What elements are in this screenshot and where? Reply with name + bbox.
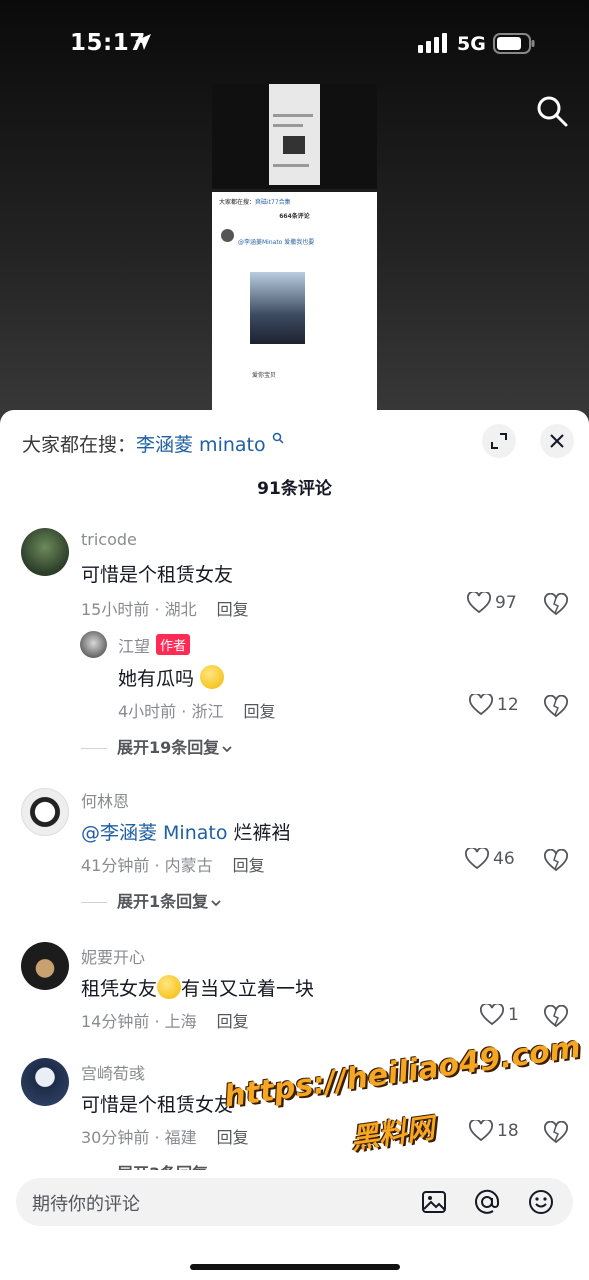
preview-card <box>269 84 320 185</box>
comment-input-bar: 期待你的评论 <box>0 1170 589 1280</box>
reply-avatar[interactable] <box>80 631 107 658</box>
search-icon[interactable] <box>535 94 569 128</box>
preview-reply-text: 爱你宝贝 <box>252 372 277 379</box>
comment-time-location: 15小时前 · 湖北 <box>81 600 197 619</box>
comment-text: @李涵菱 Minato 烂裤裆 <box>81 822 291 844</box>
comment-text: 可惜是个租赁女友 <box>81 1094 234 1116</box>
comment-sheet: 大家都在搜：李涵菱 minato 91条评论 tricode 可惜是个租赁女友 … <box>0 410 589 1280</box>
comment-username[interactable]: tricode <box>81 530 137 549</box>
reply-button[interactable]: 回复 <box>217 1012 249 1031</box>
dislike-heart-icon[interactable] <box>544 849 568 873</box>
like-count: 46 <box>493 849 515 869</box>
like-count: 97 <box>495 593 517 613</box>
dislike-heart-icon[interactable] <box>544 695 568 719</box>
chevron-down-icon <box>211 899 221 906</box>
comment-username[interactable]: 妮要开心 <box>81 944 145 968</box>
sweat-emoji-icon <box>200 665 225 689</box>
location-arrow-icon <box>135 34 151 50</box>
comment-text: 可惜是个租赁女友 <box>81 564 234 586</box>
comment-item: 何林恩 @李涵菱 Minato 烂裤裆 41分钟前 · 内蒙古 回复 46 展开1… <box>0 786 589 916</box>
preview-avatar <box>221 229 234 242</box>
reply-time-location: 4小时前 · 浙江 <box>118 702 224 721</box>
comment-time-location: 30分钟前 · 福建 <box>81 1128 197 1147</box>
hot-search-keyword: 李涵菱 minato <box>136 434 266 456</box>
author-badge: 作者 <box>156 634 191 655</box>
comment-meta: 41分钟前 · 内蒙古 回复 <box>81 852 265 876</box>
laughing-crying-emoji-icon <box>157 975 182 999</box>
heart-icon <box>469 692 493 716</box>
home-indicator[interactable] <box>190 1264 400 1270</box>
reply-button[interactable]: 回复 <box>233 856 265 875</box>
dislike-heart-icon[interactable] <box>544 1005 568 1029</box>
comment-input-placeholder: 期待你的评论 <box>32 1194 140 1215</box>
hot-search-link[interactable]: 大家都在搜：李涵菱 minato <box>22 430 284 457</box>
comment-item: 妮要开心 租凭女友 有当又立着一块 14分钟前 · 上海 回复 1 <box>0 942 589 1038</box>
reply-text: 她有瓜吗 <box>118 664 225 691</box>
like-button[interactable]: 18 <box>469 1118 519 1144</box>
dislike-heart-icon[interactable] <box>544 593 568 617</box>
comment-username[interactable]: 何林恩 <box>81 788 129 812</box>
close-icon <box>550 434 564 448</box>
preview-hot-search: 大家都在搜：爽磁it77合集 <box>219 199 291 206</box>
heart-icon <box>469 1118 493 1142</box>
like-button[interactable]: 12 <box>469 692 519 718</box>
comment-meta: 14分钟前 · 上海 回复 <box>81 1008 249 1032</box>
avatar[interactable] <box>21 788 69 836</box>
chevron-down-icon <box>222 745 232 752</box>
like-count: 1 <box>508 1005 519 1025</box>
video-preview-top <box>212 84 377 189</box>
expand-replies-button[interactable]: 展开1条回复 <box>81 888 222 912</box>
battery-icon <box>493 33 535 54</box>
sheet-header: 大家都在搜：李涵菱 minato 91条评论 <box>0 410 589 510</box>
expand-button[interactable] <box>482 424 516 458</box>
reply-button[interactable]: 回复 <box>243 702 275 721</box>
image-icon[interactable] <box>420 1188 448 1216</box>
comment-meta: 15小时前 · 湖北 回复 <box>81 596 249 620</box>
reply-username[interactable]: 江望 作者 <box>118 633 191 657</box>
comment-input[interactable]: 期待你的评论 <box>16 1178 573 1226</box>
dislike-heart-icon[interactable] <box>544 1121 568 1145</box>
comment-username[interactable]: 宫崎荀彧 <box>81 1060 145 1084</box>
preview-photo <box>250 272 305 344</box>
heart-icon <box>465 846 489 870</box>
network-type: 5G <box>457 33 486 55</box>
comment-time-location: 14分钟前 · 上海 <box>81 1012 197 1031</box>
comment-meta: 30分钟前 · 福建 回复 <box>81 1124 249 1148</box>
heart-icon <box>467 590 491 614</box>
avatar[interactable] <box>21 942 69 990</box>
preview-comment-text: @李涵菱Minato 爱撒我也要 <box>238 239 315 246</box>
comment-count: 91条评论 <box>257 479 332 499</box>
cellular-signal-icon <box>418 33 447 53</box>
avatar[interactable] <box>21 1058 69 1106</box>
status-bar: 15:17 5G <box>0 0 589 88</box>
at-mention-icon[interactable] <box>473 1188 501 1216</box>
comment-time-location: 41分钟前 · 内蒙古 <box>81 856 213 875</box>
search-icon <box>272 432 284 444</box>
comment-text: 租凭女友 有当又立着一块 <box>81 974 314 1001</box>
reply-meta: 4小时前 · 浙江 回复 <box>118 698 275 722</box>
reply-button[interactable]: 回复 <box>217 1128 249 1147</box>
reply-button[interactable]: 回复 <box>217 600 249 619</box>
heart-icon <box>480 1002 504 1026</box>
hot-search-prefix: 大家都在搜： <box>22 434 137 456</box>
like-button[interactable]: 97 <box>467 590 517 616</box>
expand-replies-button[interactable]: 展开19条回复 <box>81 734 233 758</box>
video-preview-comments: 大家都在搜：爽磁it77合集 664条评论 @李涵菱Minato 爱撒我也要 爱… <box>212 192 377 412</box>
avatar[interactable] <box>21 528 69 576</box>
like-count: 18 <box>497 1121 519 1141</box>
expand-icon <box>491 433 507 449</box>
emoji-icon[interactable] <box>527 1188 555 1216</box>
close-button[interactable] <box>540 424 574 458</box>
like-button[interactable]: 1 <box>480 1002 519 1028</box>
comment-item: tricode 可惜是个租赁女友 15小时前 · 湖北 回复 97 江望 作者 她有… <box>0 528 589 758</box>
like-count: 12 <box>497 695 519 715</box>
like-button[interactable]: 46 <box>465 846 515 872</box>
mention-link[interactable]: @李涵菱 Minato <box>81 822 227 844</box>
preview-comment-count: 664条评论 <box>279 213 310 220</box>
